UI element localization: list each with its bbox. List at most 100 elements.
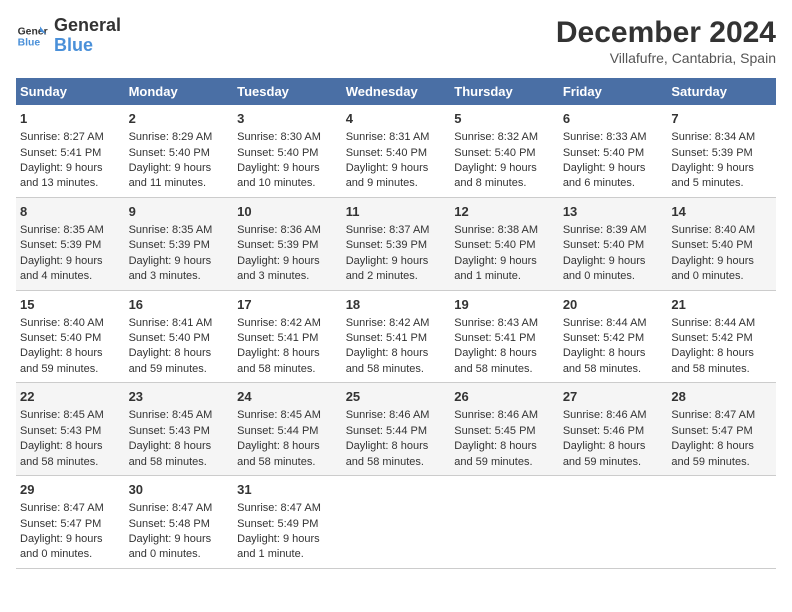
day-number: 9 [129,203,230,221]
col-saturday: Saturday [667,78,776,105]
sunset-text: Sunset: 5:43 PM [129,425,210,437]
title-block: December 2024 Villafufre, Cantabria, Spa… [556,16,776,66]
col-monday: Monday [125,78,234,105]
sunrise-text: Sunrise: 8:47 AM [671,409,755,421]
calendar-day-cell: 16Sunrise: 8:41 AMSunset: 5:40 PMDayligh… [125,290,234,383]
calendar-body: 1Sunrise: 8:27 AMSunset: 5:41 PMDaylight… [16,105,776,568]
daylight-text: Daylight: 9 hours and 13 minutes. [20,162,103,189]
day-number: 6 [563,110,664,128]
day-number: 27 [563,388,664,406]
daylight-text: Daylight: 8 hours and 58 minutes. [20,440,103,467]
sunrise-text: Sunrise: 8:34 AM [671,131,755,143]
sunset-text: Sunset: 5:41 PM [454,332,535,344]
daylight-text: Daylight: 9 hours and 0 minutes. [671,255,754,282]
sunrise-text: Sunrise: 8:42 AM [237,317,321,329]
day-number: 3 [237,110,338,128]
sunset-text: Sunset: 5:41 PM [20,147,101,159]
day-number: 10 [237,203,338,221]
daylight-text: Daylight: 9 hours and 11 minutes. [129,162,212,189]
col-sunday: Sunday [16,78,125,105]
sunrise-text: Sunrise: 8:35 AM [129,224,213,236]
day-number: 23 [129,388,230,406]
col-tuesday: Tuesday [233,78,342,105]
daylight-text: Daylight: 9 hours and 1 minute. [237,533,320,560]
calendar-week-row: 1Sunrise: 8:27 AMSunset: 5:41 PMDaylight… [16,105,776,197]
sunrise-text: Sunrise: 8:46 AM [563,409,647,421]
sunrise-text: Sunrise: 8:47 AM [237,502,321,514]
daylight-text: Daylight: 8 hours and 59 minutes. [563,440,646,467]
day-number: 19 [454,296,555,314]
calendar-day-cell: 31 Sunrise: 8:47 AM Sunset: 5:49 PM Dayligh… [233,476,342,569]
sunset-text: Sunset: 5:40 PM [346,147,427,159]
sunrise-text: Sunrise: 8:29 AM [129,131,213,143]
calendar-day-cell: 8Sunrise: 8:35 AMSunset: 5:39 PMDaylight… [16,197,125,290]
sunset-text: Sunset: 5:40 PM [129,147,210,159]
svg-text:Blue: Blue [18,37,41,48]
day-number: 25 [346,388,447,406]
subtitle: Villafufre, Cantabria, Spain [556,50,776,66]
sunrise-text: Sunrise: 8:47 AM [129,502,213,514]
sunset-text: Sunset: 5:47 PM [671,425,752,437]
calendar-day-cell: 23 Sunrise: 8:45 AM Sunset: 5:43 PM Dayligh… [125,383,234,476]
calendar-day-cell: 24Sunrise: 8:45 AMSunset: 5:44 PMDayligh… [233,383,342,476]
daylight-text: Daylight: 9 hours and 9 minutes. [346,162,429,189]
day-number: 18 [346,296,447,314]
sunrise-text: Sunrise: 8:47 AM [20,502,104,514]
main-title: December 2024 [556,16,776,50]
sunset-text: Sunset: 5:42 PM [671,332,752,344]
daylight-text: Daylight: 8 hours and 58 minutes. [129,440,212,467]
daylight-text: Daylight: 8 hours and 58 minutes. [563,347,646,374]
col-friday: Friday [559,78,668,105]
sunset-text: Sunset: 5:45 PM [454,425,535,437]
daylight-text: Daylight: 9 hours and 3 minutes. [237,255,320,282]
day-number: 24 [237,388,338,406]
sunset-text: Sunset: 5:49 PM [237,518,318,530]
sunrise-text: Sunrise: 8:36 AM [237,224,321,236]
sunrise-text: Sunrise: 8:45 AM [20,409,104,421]
calendar-day-cell: 10Sunrise: 8:36 AMSunset: 5:39 PMDayligh… [233,197,342,290]
sunrise-text: Sunrise: 8:37 AM [346,224,430,236]
calendar-week-row: 29Sunrise: 8:47 AMSunset: 5:47 PMDayligh… [16,476,776,569]
sunset-text: Sunset: 5:41 PM [237,332,318,344]
calendar-day-cell: 6Sunrise: 8:33 AMSunset: 5:40 PMDaylight… [559,105,668,197]
daylight-text: Daylight: 9 hours and 0 minutes. [129,533,212,560]
day-number: 31 [237,481,338,499]
daylight-text: Daylight: 9 hours and 4 minutes. [20,255,103,282]
sunrise-text: Sunrise: 8:31 AM [346,131,430,143]
calendar-day-cell: 15Sunrise: 8:40 AMSunset: 5:40 PMDayligh… [16,290,125,383]
sunset-text: Sunset: 5:44 PM [346,425,427,437]
sunset-text: Sunset: 5:40 PM [237,147,318,159]
sunset-text: Sunset: 5:40 PM [454,147,535,159]
sunset-text: Sunset: 5:41 PM [346,332,427,344]
sunrise-text: Sunrise: 8:44 AM [671,317,755,329]
day-number: 4 [346,110,447,128]
daylight-text: Daylight: 9 hours and 1 minute. [454,255,537,282]
sunset-text: Sunset: 5:40 PM [129,332,210,344]
calendar-day-cell: 5Sunrise: 8:32 AMSunset: 5:40 PMDaylight… [450,105,559,197]
sunrise-text: Sunrise: 8:45 AM [129,409,213,421]
calendar-day-cell: 9Sunrise: 8:35 AMSunset: 5:39 PMDaylight… [125,197,234,290]
calendar-table: Sunday Monday Tuesday Wednesday Thursday… [16,78,776,569]
sunset-text: Sunset: 5:40 PM [20,332,101,344]
calendar-day-cell: 7Sunrise: 8:34 AMSunset: 5:39 PMDaylight… [667,105,776,197]
sunset-text: Sunset: 5:46 PM [563,425,644,437]
sunset-text: Sunset: 5:43 PM [20,425,101,437]
calendar-day-cell [559,476,668,569]
calendar-day-cell: 19Sunrise: 8:43 AMSunset: 5:41 PMDayligh… [450,290,559,383]
sunrise-text: Sunrise: 8:40 AM [20,317,104,329]
sunset-text: Sunset: 5:39 PM [20,239,101,251]
col-wednesday: Wednesday [342,78,451,105]
calendar-day-cell: 1Sunrise: 8:27 AMSunset: 5:41 PMDaylight… [16,105,125,197]
sunrise-text: Sunrise: 8:35 AM [20,224,104,236]
daylight-text: Daylight: 9 hours and 5 minutes. [671,162,754,189]
sunrise-text: Sunrise: 8:42 AM [346,317,430,329]
sunrise-text: Sunrise: 8:43 AM [454,317,538,329]
sunset-text: Sunset: 5:40 PM [563,147,644,159]
calendar-day-cell: 30Sunrise: 8:47 AMSunset: 5:48 PMDayligh… [125,476,234,569]
daylight-text: Daylight: 9 hours and 3 minutes. [129,255,212,282]
calendar-day-cell: 27 Sunrise: 8:46 AM Sunset: 5:46 PM Dayligh… [559,383,668,476]
calendar-day-cell: 13Sunrise: 8:39 AMSunset: 5:40 PMDayligh… [559,197,668,290]
daylight-text: Daylight: 8 hours and 58 minutes. [237,347,320,374]
sunset-text: Sunset: 5:39 PM [671,147,752,159]
calendar-day-cell: 14Sunrise: 8:40 AMSunset: 5:40 PMDayligh… [667,197,776,290]
